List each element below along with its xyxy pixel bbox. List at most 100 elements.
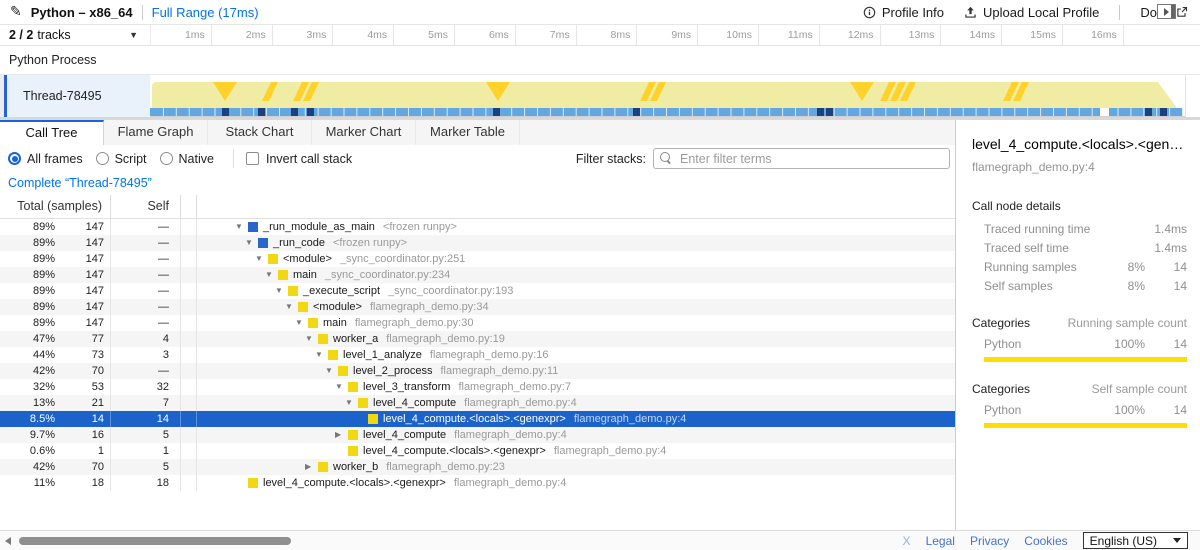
category-square-icon [278, 270, 288, 280]
expand-open-icon[interactable]: ▼ [325, 363, 338, 379]
file-location: <frozen runpy> [383, 219, 457, 235]
footer-link-legal[interactable]: Legal [926, 534, 955, 548]
horizontal-scrollbar-thumb[interactable] [19, 537, 291, 545]
scroll-left-arrow-icon[interactable] [5, 537, 11, 545]
total-percent: 89% [0, 251, 55, 267]
file-location: flamegraph_demo.py:23 [386, 459, 505, 475]
expand-open-icon[interactable]: ▼ [295, 315, 308, 331]
ruler-tick: 11ms [759, 25, 820, 45]
gap-cell [181, 267, 197, 283]
table-row[interactable]: 0.6%11level_4_compute.<locals>.<genexpr>… [0, 443, 955, 459]
expand-open-icon[interactable]: ▼ [315, 347, 328, 363]
table-row[interactable]: 89%147—▼mainflamegraph_demo.py:30 [0, 315, 955, 331]
table-row[interactable]: 13%217▼level_4_computeflamegraph_demo.py… [0, 395, 955, 411]
category-bar [984, 423, 1187, 428]
chevron-down-icon[interactable]: ▼ [129, 30, 138, 40]
full-range-link[interactable]: Full Range (17ms) [152, 5, 259, 20]
table-row[interactable]: 42%70—▼level_2_processflamegraph_demo.py… [0, 363, 955, 379]
stat-row: Traced running time1.4ms [984, 220, 1187, 239]
category-square-icon [348, 430, 358, 440]
self-samples: — [111, 267, 181, 283]
edit-profile-name-icon[interactable]: ✎ [10, 3, 22, 20]
open-sidebar-toggle-icon[interactable] [1157, 4, 1176, 19]
tab-marker-table[interactable]: Marker Table [416, 120, 520, 145]
column-header-total[interactable]: Total (samples) [0, 195, 111, 218]
expand-closed-icon[interactable]: ▶ [335, 427, 348, 443]
gap-cell [181, 411, 197, 427]
table-row[interactable]: 9.7%165▶level_4_computeflamegraph_demo.p… [0, 427, 955, 443]
footer-link-privacy[interactable]: Privacy [970, 534, 1009, 548]
total-samples: 18 [55, 475, 111, 491]
footer-bar: X Legal Privacy Cookies English (US) [0, 530, 1200, 550]
invert-call-stack-checkbox[interactable] [246, 152, 259, 165]
expand-closed-icon[interactable]: ▶ [305, 459, 318, 475]
sidebar-stats: Traced running time1.4msTraced self time… [956, 220, 1200, 296]
tab-flame-graph[interactable]: Flame Graph [104, 120, 208, 145]
breadcrumb-complete-thread[interactable]: Complete “Thread-78495” [8, 176, 152, 190]
sidebar-toggle-arrow-icon [1164, 8, 1169, 16]
total-percent: 47% [0, 331, 55, 347]
expand-open-icon[interactable]: ▼ [245, 235, 258, 251]
expand-open-icon[interactable]: ▼ [275, 283, 288, 299]
table-row[interactable]: 8.5%1414level_4_compute.<locals>.<genexp… [0, 411, 955, 427]
table-row[interactable]: 42%705▶worker_bflamegraph_demo.py:23 [0, 459, 955, 475]
function-name: level_4_compute [363, 427, 446, 443]
upload-profile-button[interactable]: Upload Local Profile [964, 5, 1099, 20]
expand-open-icon[interactable]: ▼ [255, 251, 268, 267]
tree-cell: ▼level_2_processflamegraph_demo.py:11 [197, 363, 955, 379]
frame-filter-radios: All frames Script Native [8, 152, 227, 166]
radio-icon [8, 152, 21, 165]
column-header-self[interactable]: Self [111, 195, 181, 218]
call-tree-body: 89%147—▼_run_module_as_main<frozen runpy… [0, 219, 955, 491]
category-square-icon [268, 254, 278, 264]
footer-link-x[interactable]: X [903, 534, 911, 548]
category-name: Python [984, 402, 1099, 419]
tree-cell: ▼mainflamegraph_demo.py:30 [197, 315, 955, 331]
ruler-tick: 9ms [637, 25, 698, 45]
profile-info-label: Profile Info [882, 5, 944, 20]
table-row[interactable]: 89%147—▼_run_code<frozen runpy> [0, 235, 955, 251]
tab-stack-chart[interactable]: Stack Chart [208, 120, 312, 145]
table-row[interactable]: 89%147—▼<module>_sync_coordinator.py:251 [0, 251, 955, 267]
table-row[interactable]: 44%733▼level_1_analyzeflamegraph_demo.py… [0, 347, 955, 363]
tracks-dropdown[interactable]: 2 / 2 tracks ▼ [0, 25, 150, 45]
language-select-value: English (US) [1090, 534, 1157, 548]
tab-call-tree[interactable]: Call Tree [0, 120, 104, 145]
sidebar-toggle-bar-icon [1171, 5, 1175, 18]
tree-cell: ▼<module>flamegraph_demo.py:34 [197, 299, 955, 315]
thread-activity-svg [150, 75, 1185, 117]
thread-track-label[interactable]: Thread-78495 [7, 75, 150, 117]
expand-open-icon[interactable]: ▼ [305, 331, 318, 347]
table-row[interactable]: 89%147—▼<module>flamegraph_demo.py:34 [0, 299, 955, 315]
table-row[interactable]: 89%147—▼_run_module_as_main<frozen runpy… [0, 219, 955, 235]
file-location: flamegraph_demo.py:19 [386, 331, 505, 347]
thread-activity-graph[interactable] [150, 75, 1185, 117]
gap-cell [181, 459, 197, 475]
file-location: <frozen runpy> [333, 235, 407, 251]
expand-open-icon[interactable]: ▼ [265, 267, 278, 283]
table-row[interactable]: 32%5332▼level_3_transformflamegraph_demo… [0, 379, 955, 395]
radio-native[interactable]: Native [160, 152, 214, 166]
radio-all-frames[interactable]: All frames [8, 152, 83, 166]
table-row[interactable]: 89%147—▼main_sync_coordinator.py:234 [0, 267, 955, 283]
function-name: _execute_script [303, 283, 380, 299]
tree-cell: ▼_run_module_as_main<frozen runpy> [197, 219, 955, 235]
thread-track[interactable]: Thread-78495 [0, 75, 1200, 117]
footer-link-cookies[interactable]: Cookies [1024, 534, 1067, 548]
expand-open-icon[interactable]: ▼ [285, 299, 298, 315]
filter-stacks-input[interactable] [653, 148, 950, 169]
process-track[interactable]: Python Process [0, 46, 1200, 75]
table-row[interactable]: 47%774▼worker_aflamegraph_demo.py:19 [0, 331, 955, 347]
expand-open-icon[interactable]: ▼ [345, 395, 358, 411]
total-percent: 89% [0, 315, 55, 331]
total-samples: 147 [55, 267, 111, 283]
language-select[interactable]: English (US) [1083, 532, 1188, 549]
expand-open-icon[interactable]: ▼ [335, 379, 348, 395]
expand-open-icon[interactable]: ▼ [235, 219, 248, 235]
tree-cell: ▼level_4_computeflamegraph_demo.py:4 [197, 395, 955, 411]
table-row[interactable]: 11%1818level_4_compute.<locals>.<genexpr… [0, 475, 955, 491]
radio-script[interactable]: Script [96, 152, 147, 166]
tab-marker-chart[interactable]: Marker Chart [312, 120, 416, 145]
profile-info-button[interactable]: Profile Info [863, 5, 944, 20]
table-row[interactable]: 89%147—▼_execute_script_sync_coordinator… [0, 283, 955, 299]
